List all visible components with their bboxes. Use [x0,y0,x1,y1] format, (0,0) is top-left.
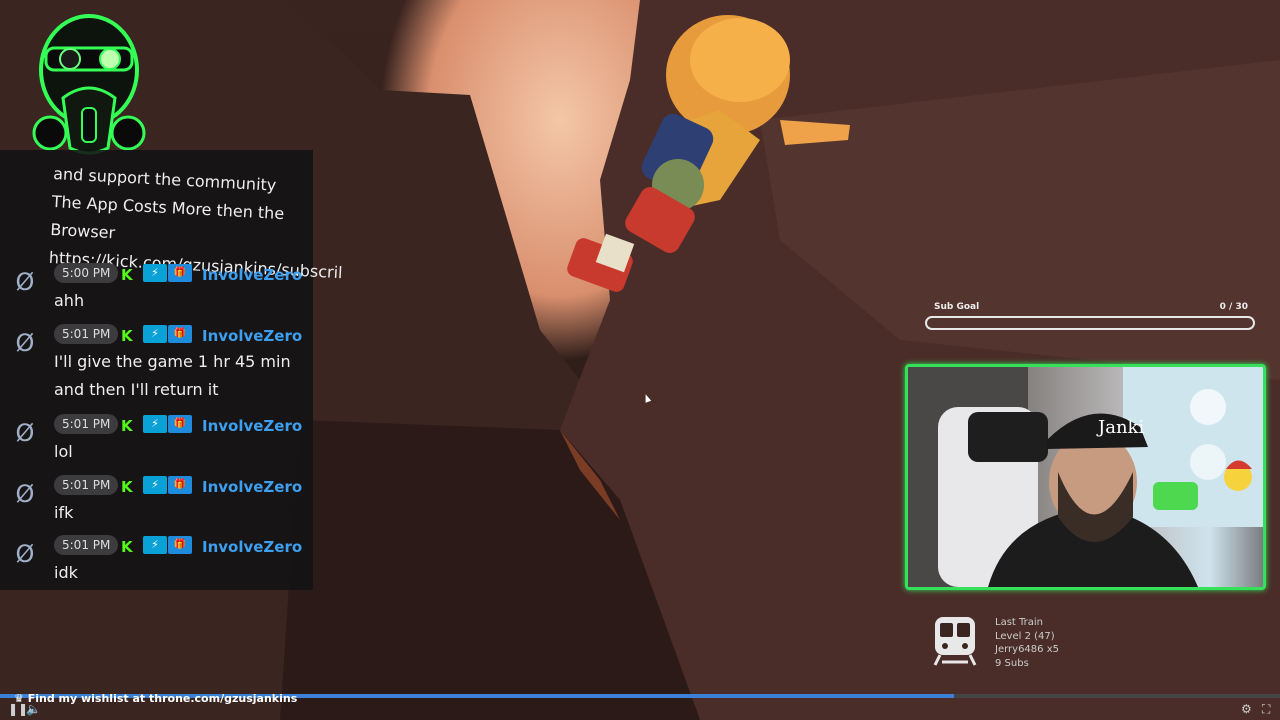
chat-username[interactable]: InvolveZero [202,327,302,345]
message-time: 5:00 PM [54,263,119,283]
user-avatar: Ø [15,480,35,508]
train-event-info: Last Train Level 2 (47) Jerry6486 x5 9 S… [995,616,1059,670]
train-icon [933,617,977,666]
badge-icon: ⚡ [143,264,167,282]
badge-icon: ⚡ [143,476,167,494]
message-time: 5:01 PM [54,324,119,344]
volume-icon[interactable]: 🔈 [26,702,41,716]
user-avatar: Ø [15,540,35,568]
badge-icon: ⚡ [143,325,167,343]
kick-badge-icon: K [121,478,133,496]
chat-username[interactable]: InvolveZero [202,478,302,496]
event-title: Last Train [995,617,1044,628]
gift-badge-icon: 🎁 [168,536,192,554]
player-controls: ❚❚ 🔈 ⚙ ⛶ [0,700,1280,720]
kick-badge-icon: K [121,266,133,284]
sub-goal-bar [925,316,1255,330]
event-subs: 9 Subs [995,657,1029,669]
event-user: Jerry6486 x5 [995,644,1059,655]
kick-badge-icon: K [121,538,133,556]
chat-username[interactable]: InvolveZero [202,266,302,284]
message-text: lol [54,442,73,461]
chat-username[interactable]: InvolveZero [202,538,302,556]
user-avatar: Ø [15,268,35,296]
webcam-frame: Janki [905,364,1266,590]
badge-icon: ⚡ [143,536,167,554]
gift-badge-icon: 🎁 [168,325,192,343]
message-text: ifk [54,503,74,522]
message-time: 5:01 PM [54,414,119,434]
message-time: 5:01 PM [54,535,119,555]
sub-goal-count: 0 / 30 [1219,302,1248,312]
message-text: I'll give the game 1 hr 45 min and then … [54,352,291,399]
fullscreen-icon[interactable]: ⛶ [1262,702,1270,717]
sub-goal-label: Sub Goal [934,302,980,312]
user-avatar: Ø [15,329,35,357]
message-time: 5:01 PM [54,475,119,495]
streamer-webcam: Janki [908,367,1263,587]
hat-text: Janki [1096,417,1144,438]
user-avatar: Ø [15,419,35,447]
gift-badge-icon: 🎁 [168,264,192,282]
message-text: ahh [54,291,85,310]
kick-badge-icon: K [121,327,133,345]
gift-badge-icon: 🎁 [168,476,192,494]
gift-badge-icon: 🎁 [168,415,192,433]
event-level: Level 2 (47) [995,630,1055,642]
settings-icon[interactable]: ⚙ [1241,702,1252,716]
badge-icon: ⚡ [143,415,167,433]
chat-username[interactable]: InvolveZero [202,417,302,435]
kick-badge-icon: K [121,417,133,435]
gas-mask-skull-icon [32,14,146,155]
message-text: idk [54,563,78,582]
